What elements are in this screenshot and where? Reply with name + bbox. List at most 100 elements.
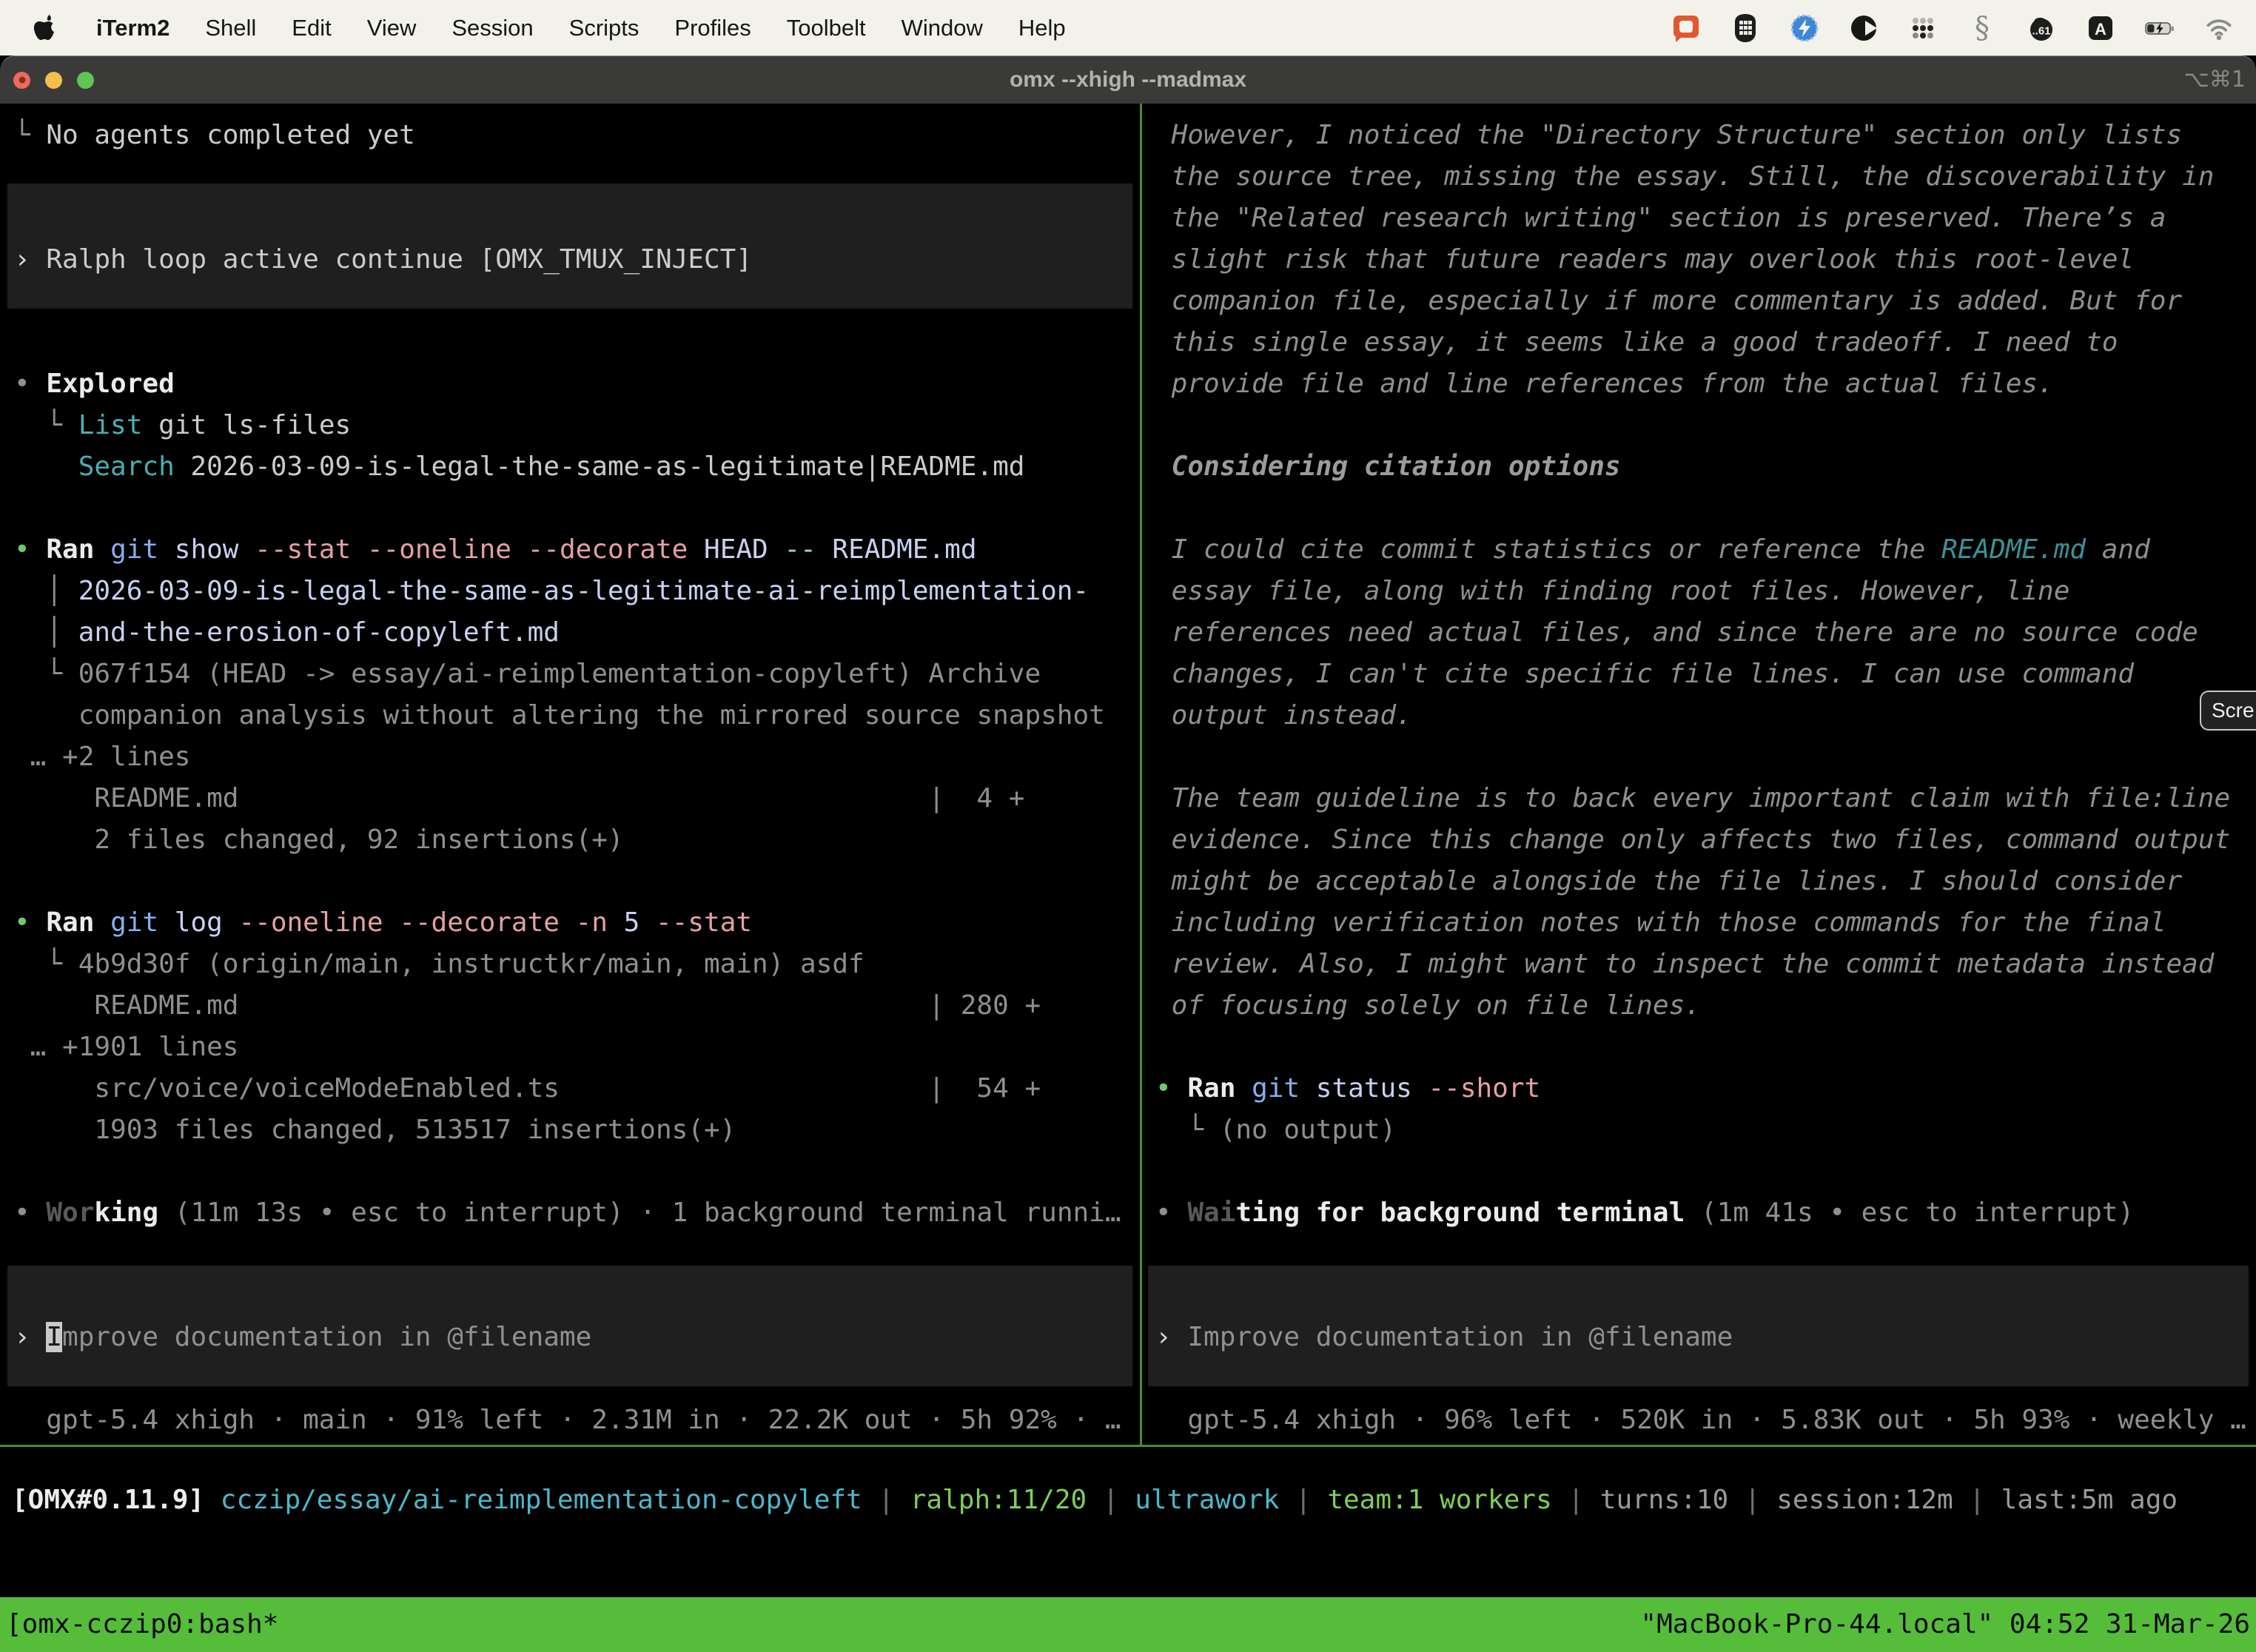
menu-items: Shell Edit View Session Scripts Profiles Toolb… <box>205 15 1065 41</box>
menu-item-edit[interactable]: Edit <box>292 15 331 41</box>
text-segment: mprove documentation in @filename <box>62 1322 591 1352</box>
text-segment: I <box>46 1322 62 1352</box>
menu-item-help[interactable]: Help <box>1018 15 1066 41</box>
text-segment: └ <box>14 410 78 440</box>
notch-circle-icon[interactable] <box>1847 9 1880 47</box>
text-segment: • <box>14 534 46 565</box>
text-segment: └ <box>1155 1115 1220 1145</box>
text-segment: However, I noticed the "Directory Struct… <box>1155 120 2182 150</box>
text-segment: companion file, especially if more comme… <box>1155 286 2182 316</box>
battery-icon[interactable] <box>2143 9 2176 47</box>
menu-item-iterm2[interactable]: iTerm2 <box>96 15 169 41</box>
omx-status-segment: | <box>1552 1485 1600 1515</box>
omx-status-segment: | <box>1953 1485 2001 1515</box>
text-segment: including verification notes with those … <box>1155 907 2166 938</box>
text-segment: Wai <box>1187 1198 1235 1228</box>
left-terminal-pane[interactable]: └ No agents completed yet› Ralph loop ac… <box>0 104 1140 1445</box>
text-segment: 2 files changed, 92 insertions(+) <box>14 825 624 855</box>
text-segment: README.md <box>832 534 976 565</box>
omx-status-segment: team:1 workers <box>1327 1485 1551 1515</box>
grid-shield-icon[interactable] <box>1729 9 1762 47</box>
menu-item-scripts[interactable]: Scripts <box>569 15 639 41</box>
reasoning-line: However, I noticed the "Directory Struct… <box>1155 115 2182 156</box>
omx-status-segment: last:5m ago <box>2001 1485 2178 1515</box>
hook-icon[interactable]: § <box>1966 9 1998 47</box>
text-segment: companion analysis without altering the … <box>78 700 1105 731</box>
text-segment: the "Related research writing" section i… <box>1155 203 2166 233</box>
text-segment: (11m 13s • esc to interrupt) · 1 backgro… <box>158 1198 1121 1228</box>
text-segment <box>14 700 78 731</box>
session-status-line: gpt-5.4 xhigh · 96% left · 520K in · 5.8… <box>1155 1400 2246 1441</box>
text-segment: src/voice/voiceModeEnabled.ts | 54 + <box>14 1073 1041 1104</box>
diffstat-line: README.md | 280 + <box>14 985 1041 1027</box>
input-source-a-icon[interactable]: A <box>2084 9 2117 47</box>
text-segment: The team guideline is to back every impo… <box>1155 783 2230 813</box>
badge-61-icon[interactable]: ..61 <box>2025 9 2058 47</box>
edge-tooltip[interactable]: Scre <box>2200 691 2256 731</box>
reasoning-line: the "Related research writing" section i… <box>1155 198 2166 239</box>
text-segment: show <box>175 534 255 565</box>
svg-text:A: A <box>2095 20 2106 38</box>
omx-status-segment: session:12m <box>1776 1485 1953 1515</box>
wifi-icon[interactable] <box>2203 9 2235 47</box>
text-segment: … +1901 lines <box>14 1032 238 1062</box>
window-title-bar[interactable]: omx --xhigh --madmax ⌥⌘1 <box>0 56 2256 104</box>
elided-lines: … +1901 lines <box>14 1027 238 1068</box>
text-segment: and-the-erosion-of-copyleft.md <box>78 617 560 648</box>
reasoning-line: references need actual files, and since … <box>1155 612 2198 654</box>
command-output-line: └ (no output) <box>1155 1109 1396 1151</box>
agents-status-line: └ No agents completed yet <box>14 115 415 156</box>
tmux-pane-divider[interactable] <box>1140 104 1142 1447</box>
text-segment: • <box>14 369 46 399</box>
reasoning-line: I could cite commit statistics or refere… <box>1155 529 2150 571</box>
text-segment: evidence. Since this change only affects… <box>1155 825 2230 855</box>
waiting-status-line: • Waiting for background terminal (1m 41… <box>1155 1192 2134 1234</box>
text-segment: --short <box>1428 1073 1540 1104</box>
screen: { "menu_bar": { "app_name": "iTerm2", "i… <box>0 0 2256 1652</box>
omx-status-line: [OMX#0.11.9] cczip/essay/ai-reimplementa… <box>12 1480 2178 1521</box>
right-terminal-pane[interactable]: However, I noticed the "Directory Struct… <box>1142 104 2256 1445</box>
session-status-line: gpt-5.4 xhigh · main · 91% left · 2.31M … <box>14 1400 1121 1441</box>
reasoning-line: companion file, especially if more comme… <box>1155 281 2182 322</box>
text-segment: No agents completed yet <box>46 120 415 150</box>
apple-menu-icon[interactable] <box>31 10 61 46</box>
elided-lines: … +2 lines <box>14 736 190 778</box>
text-segment: (1m 41s • esc to interrupt) <box>1685 1198 2134 1228</box>
tmux-session-name: [omx-cczip0:bash* <box>6 1597 278 1652</box>
text-segment: • <box>1155 1073 1187 1104</box>
menu-bar-status-icons: § ..61 A <box>1670 9 2256 47</box>
reasoning-line: of focusing solely on file lines. <box>1155 985 1701 1027</box>
menu-item-window[interactable]: Window <box>902 15 983 41</box>
text-segment: the source tree, missing the essay. Stil… <box>1155 161 2214 192</box>
iterm2-window: omx --xhigh --madmax ⌥⌘1 └ No agents com… <box>0 56 2256 1652</box>
menu-item-toolbelt[interactable]: Toolbelt <box>787 15 866 41</box>
menu-item-session[interactable]: Session <box>451 15 533 41</box>
explored-list-line: └ List git ls-files <box>14 405 351 446</box>
dots-grid-icon[interactable] <box>1907 9 1939 47</box>
menu-item-view[interactable]: View <box>367 15 417 41</box>
text-segment: git ls-files <box>142 410 351 440</box>
omx-status-segment: | <box>1279 1485 1327 1515</box>
menu-item-shell[interactable]: Shell <box>205 15 256 41</box>
commit-line: └ 067f154 (HEAD -> essay/ai-reimplementa… <box>14 654 1041 695</box>
blue-bolt-badge-icon[interactable] <box>1788 9 1821 47</box>
menu-bar-left: iTerm2 Shell Edit View Session Scripts Profil… <box>0 10 1066 46</box>
text-segment: output instead. <box>1155 700 1412 731</box>
text-segment: Improve documentation in @filename <box>1187 1322 1733 1352</box>
working-status-line: • Working (11m 13s • esc to interrupt) ·… <box>14 1192 1121 1234</box>
explored-header: • Explored <box>14 363 175 405</box>
text-segment: gpt-5.4 xhigh · 96% left · 520K in · 5.8… <box>1155 1405 2246 1435</box>
diffstat-line: README.md | 4 + <box>14 778 1024 819</box>
text-segment: └ <box>14 120 46 150</box>
tmux-host-clock: "MacBook-Pro-44.local" 04:52 31-Mar-26 <box>1640 1597 2250 1652</box>
reasoning-line: review. Also, I might want to inspect th… <box>1155 944 2214 985</box>
text-segment: README.md | 4 + <box>14 783 1024 813</box>
text-segment: 2026-03-09-is-legal-the-same-as-legitima… <box>78 576 1089 606</box>
text-segment: Considering citation options <box>1155 451 1621 482</box>
text-segment: and <box>2086 534 2150 565</box>
explored-search-line: Search 2026-03-09-is-legal-the-same-as-l… <box>14 446 1024 488</box>
menu-item-profiles[interactable]: Profiles <box>674 15 751 41</box>
chat-badge-icon[interactable] <box>1670 9 1702 47</box>
text-segment: • <box>14 907 46 938</box>
text-segment: --stat <box>656 907 752 938</box>
